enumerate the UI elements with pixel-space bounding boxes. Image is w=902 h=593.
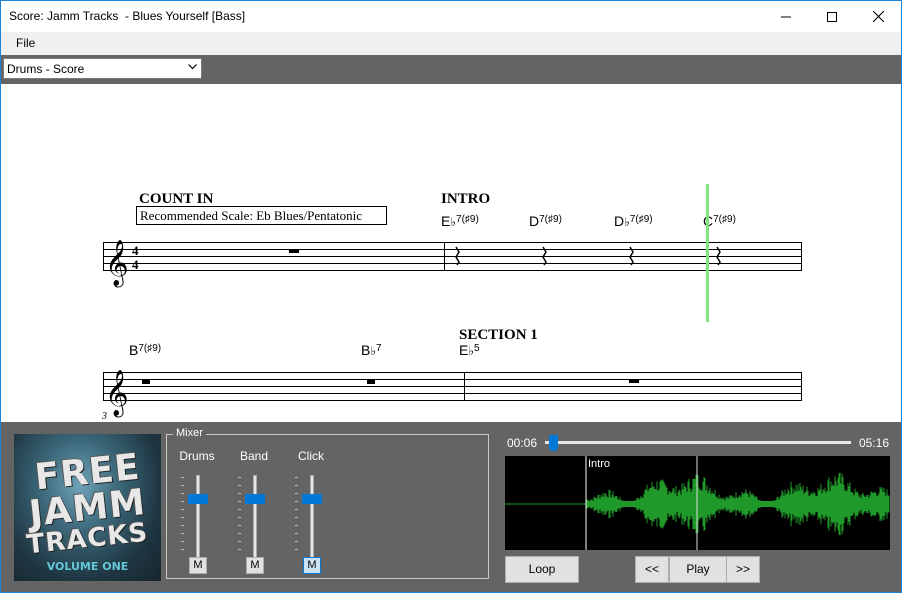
track-select[interactable]: Drums - Score	[3, 58, 202, 79]
svg-text:B7(♯9): B7(♯9)	[129, 342, 161, 358]
chord-row1-2: D♭7(♯9)	[614, 213, 653, 229]
channel-label: Click	[298, 449, 324, 463]
score-view[interactable]: COUNT IN Recommended Scale: Eb Blues/Pen…	[1, 84, 901, 422]
treble-clef-icon: 𝄞	[105, 240, 129, 288]
score-notation: COUNT IN Recommended Scale: Eb Blues/Pen…	[101, 184, 802, 422]
maximize-icon	[827, 11, 837, 22]
mute-button-drums[interactable]: M	[189, 557, 207, 574]
title-bar[interactable]: Score: Jamm Tracks - Blues Yourself [Bas…	[1, 1, 901, 32]
waveform-view[interactable]: Intro	[505, 456, 890, 550]
whole-rest-icon-2	[629, 379, 639, 383]
channel-label: Drums	[179, 449, 215, 463]
volume-slider-thumb[interactable]	[302, 494, 322, 504]
svg-text:B♭7: B♭7	[361, 342, 382, 358]
loop-button[interactable]: Loop	[505, 556, 579, 583]
track-select-value: Drums - Score	[7, 62, 85, 76]
volume-slider-thumb[interactable]	[188, 494, 208, 504]
total-time: 05:16	[859, 436, 890, 450]
waveform-graphic	[505, 456, 890, 550]
current-time: 00:06	[507, 436, 538, 450]
chevron-down-icon	[188, 64, 197, 70]
mixer-channel-drums: Drums M	[172, 447, 222, 575]
slider-ticks	[295, 477, 299, 561]
minimize-button[interactable]	[763, 1, 809, 32]
rewind-button[interactable]: <<	[635, 556, 669, 583]
mixer-group: Mixer Drums M Band M Click M	[166, 427, 489, 579]
svg-text:D7(♯9): D7(♯9)	[529, 213, 562, 229]
half-rest-icon	[142, 380, 150, 384]
chord-row2-2: E♭5	[459, 342, 480, 358]
chord-row1-0: E♭7(♯9)	[441, 213, 479, 229]
chord-row1-1: D7(♯9)	[529, 213, 562, 229]
app-window: Score: Jamm Tracks - Blues Yourself [Bas…	[0, 0, 902, 593]
slider-ticks	[181, 477, 185, 561]
menu-file[interactable]: File	[10, 36, 41, 50]
position-slider-track[interactable]	[545, 441, 851, 444]
waveform-marker-label: Intro	[588, 458, 611, 470]
section-count-in: COUNT IN	[139, 191, 213, 207]
scale-note: Recommended Scale: Eb Blues/Pentatonic	[140, 208, 362, 223]
time-sig-bottom: 4	[132, 257, 139, 272]
svg-text:E♭7(♯9): E♭7(♯9)	[441, 213, 479, 229]
chord-row2-0: B7(♯9)	[129, 342, 161, 358]
minimize-icon	[781, 16, 791, 17]
section-1: SECTION 1	[459, 327, 538, 343]
volume-slider-track[interactable]	[310, 475, 314, 561]
volume-slider-track[interactable]	[196, 475, 200, 561]
maximize-button[interactable]	[809, 1, 855, 32]
svg-text:D♭7(♯9): D♭7(♯9)	[614, 213, 653, 229]
volume-slider-thumb[interactable]	[245, 494, 265, 504]
channel-label: Band	[239, 449, 269, 463]
chord-row2-1: B♭7	[361, 342, 382, 358]
waveform-path	[586, 472, 890, 536]
album-cover: FREE JAMM TRACKS VOLUME ONE	[14, 434, 161, 581]
slider-ticks	[238, 477, 242, 561]
position-slider[interactable]: 00:06 05:16	[505, 434, 891, 454]
time-sig-top: 4	[132, 243, 139, 258]
window-title: Score: Jamm Tracks - Blues Yourself [Bas…	[9, 9, 246, 23]
playhead	[706, 184, 709, 322]
svg-text:E♭5: E♭5	[459, 342, 480, 358]
album-volume: VOLUME ONE	[46, 560, 129, 573]
mute-button-band[interactable]: M	[246, 557, 264, 574]
staff-row2	[103, 372, 802, 401]
close-icon	[872, 11, 884, 22]
measure-number: 3	[101, 411, 107, 422]
mixer-legend: Mixer	[173, 427, 206, 439]
mixer-channel-click: Click M	[286, 447, 336, 575]
half-rest-icon-2	[367, 380, 375, 384]
forward-button[interactable]: >>	[726, 556, 760, 583]
toolbar: Drums - Score	[1, 55, 901, 84]
play-button[interactable]: Play	[669, 556, 727, 583]
close-button[interactable]	[855, 1, 901, 32]
section-intro: INTRO	[441, 191, 490, 207]
menu-bar: File	[1, 32, 901, 55]
position-slider-thumb[interactable]	[549, 435, 558, 451]
volume-slider-track[interactable]	[253, 475, 257, 561]
mixer-channel-band: Band M	[229, 447, 279, 575]
staff-row1	[103, 242, 802, 271]
whole-rest-icon	[289, 249, 299, 253]
control-panel: FREE JAMM TRACKS VOLUME ONE Mixer Drums …	[1, 422, 901, 592]
treble-clef-icon-2: 𝄞	[105, 370, 129, 418]
mute-button-click[interactable]: M	[303, 557, 321, 574]
